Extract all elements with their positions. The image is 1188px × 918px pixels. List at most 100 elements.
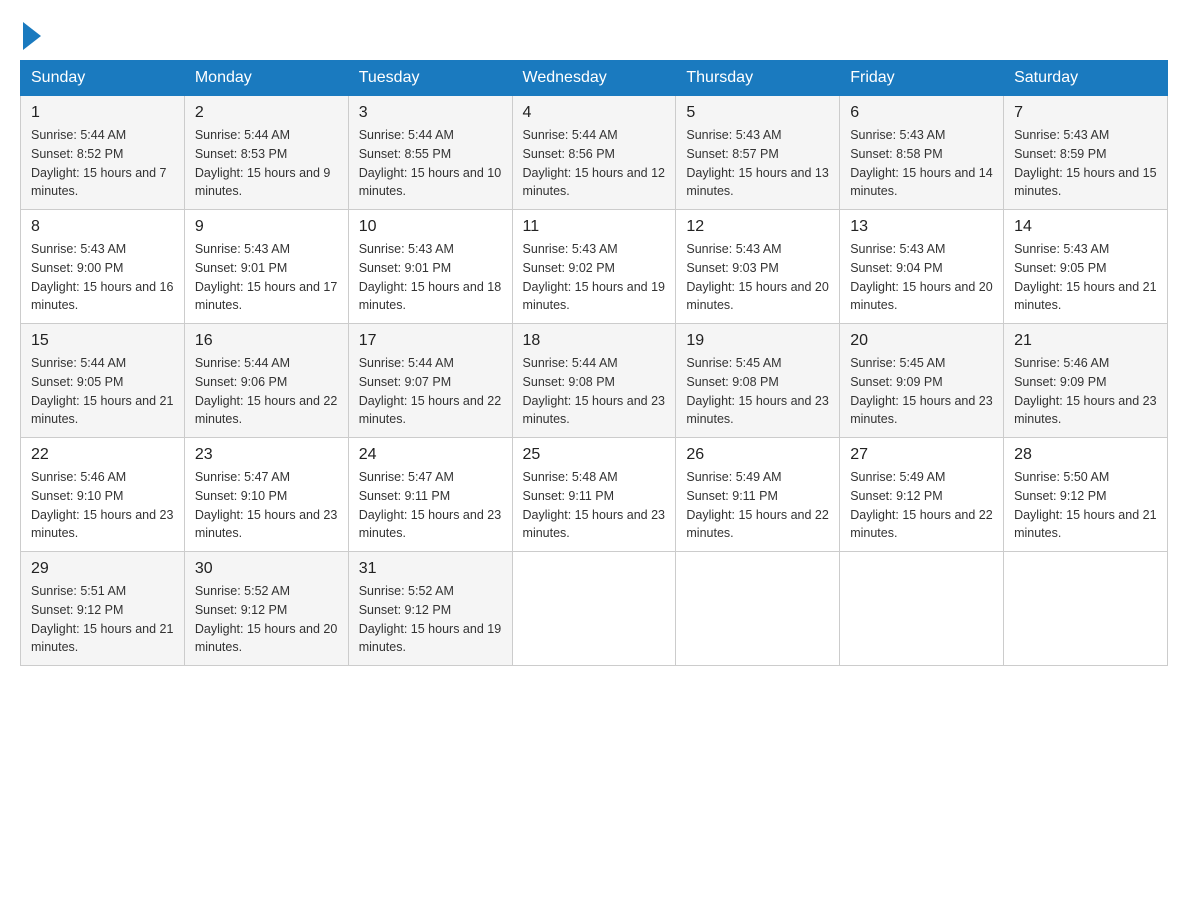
weekday-header-friday: Friday bbox=[840, 61, 1004, 96]
weekday-header-sunday: Sunday bbox=[21, 61, 185, 96]
logo bbox=[20, 20, 41, 50]
day-info: Sunrise: 5:52 AM Sunset: 9:12 PM Dayligh… bbox=[195, 582, 338, 657]
calendar-cell: 15 Sunrise: 5:44 AM Sunset: 9:05 PM Dayl… bbox=[21, 324, 185, 438]
day-number: 3 bbox=[359, 104, 502, 122]
day-info: Sunrise: 5:48 AM Sunset: 9:11 PM Dayligh… bbox=[523, 468, 666, 543]
calendar-cell: 30 Sunrise: 5:52 AM Sunset: 9:12 PM Dayl… bbox=[184, 552, 348, 666]
day-number: 25 bbox=[523, 446, 666, 464]
calendar-cell: 29 Sunrise: 5:51 AM Sunset: 9:12 PM Dayl… bbox=[21, 552, 185, 666]
calendar-cell: 31 Sunrise: 5:52 AM Sunset: 9:12 PM Dayl… bbox=[348, 552, 512, 666]
weekday-header-row: SundayMondayTuesdayWednesdayThursdayFrid… bbox=[21, 61, 1168, 96]
calendar-cell: 26 Sunrise: 5:49 AM Sunset: 9:11 PM Dayl… bbox=[676, 438, 840, 552]
day-number: 29 bbox=[31, 560, 174, 578]
day-number: 20 bbox=[850, 332, 993, 350]
calendar-cell: 16 Sunrise: 5:44 AM Sunset: 9:06 PM Dayl… bbox=[184, 324, 348, 438]
page-header bbox=[20, 20, 1168, 50]
day-info: Sunrise: 5:44 AM Sunset: 9:05 PM Dayligh… bbox=[31, 354, 174, 429]
day-number: 23 bbox=[195, 446, 338, 464]
calendar-cell: 14 Sunrise: 5:43 AM Sunset: 9:05 PM Dayl… bbox=[1004, 210, 1168, 324]
weekday-header-monday: Monday bbox=[184, 61, 348, 96]
day-number: 26 bbox=[686, 446, 829, 464]
day-number: 16 bbox=[195, 332, 338, 350]
calendar-week-row: 15 Sunrise: 5:44 AM Sunset: 9:05 PM Dayl… bbox=[21, 324, 1168, 438]
day-number: 8 bbox=[31, 218, 174, 236]
calendar-cell: 1 Sunrise: 5:44 AM Sunset: 8:52 PM Dayli… bbox=[21, 96, 185, 210]
day-number: 31 bbox=[359, 560, 502, 578]
calendar-cell: 8 Sunrise: 5:43 AM Sunset: 9:00 PM Dayli… bbox=[21, 210, 185, 324]
calendar-cell: 13 Sunrise: 5:43 AM Sunset: 9:04 PM Dayl… bbox=[840, 210, 1004, 324]
calendar-week-row: 29 Sunrise: 5:51 AM Sunset: 9:12 PM Dayl… bbox=[21, 552, 1168, 666]
day-number: 10 bbox=[359, 218, 502, 236]
day-number: 19 bbox=[686, 332, 829, 350]
calendar-cell: 23 Sunrise: 5:47 AM Sunset: 9:10 PM Dayl… bbox=[184, 438, 348, 552]
logo-arrow-icon bbox=[23, 22, 41, 50]
day-number: 17 bbox=[359, 332, 502, 350]
day-info: Sunrise: 5:43 AM Sunset: 8:57 PM Dayligh… bbox=[686, 126, 829, 201]
day-info: Sunrise: 5:44 AM Sunset: 8:55 PM Dayligh… bbox=[359, 126, 502, 201]
day-info: Sunrise: 5:45 AM Sunset: 9:08 PM Dayligh… bbox=[686, 354, 829, 429]
calendar-cell: 4 Sunrise: 5:44 AM Sunset: 8:56 PM Dayli… bbox=[512, 96, 676, 210]
day-number: 9 bbox=[195, 218, 338, 236]
day-info: Sunrise: 5:52 AM Sunset: 9:12 PM Dayligh… bbox=[359, 582, 502, 657]
day-number: 2 bbox=[195, 104, 338, 122]
day-info: Sunrise: 5:44 AM Sunset: 9:08 PM Dayligh… bbox=[523, 354, 666, 429]
day-info: Sunrise: 5:43 AM Sunset: 9:03 PM Dayligh… bbox=[686, 240, 829, 315]
day-info: Sunrise: 5:43 AM Sunset: 9:01 PM Dayligh… bbox=[195, 240, 338, 315]
day-info: Sunrise: 5:44 AM Sunset: 9:07 PM Dayligh… bbox=[359, 354, 502, 429]
weekday-header-thursday: Thursday bbox=[676, 61, 840, 96]
day-info: Sunrise: 5:44 AM Sunset: 8:53 PM Dayligh… bbox=[195, 126, 338, 201]
day-info: Sunrise: 5:49 AM Sunset: 9:11 PM Dayligh… bbox=[686, 468, 829, 543]
calendar-cell: 25 Sunrise: 5:48 AM Sunset: 9:11 PM Dayl… bbox=[512, 438, 676, 552]
day-number: 21 bbox=[1014, 332, 1157, 350]
day-number: 12 bbox=[686, 218, 829, 236]
day-info: Sunrise: 5:43 AM Sunset: 9:05 PM Dayligh… bbox=[1014, 240, 1157, 315]
calendar-week-row: 1 Sunrise: 5:44 AM Sunset: 8:52 PM Dayli… bbox=[21, 96, 1168, 210]
day-info: Sunrise: 5:44 AM Sunset: 9:06 PM Dayligh… bbox=[195, 354, 338, 429]
day-info: Sunrise: 5:46 AM Sunset: 9:09 PM Dayligh… bbox=[1014, 354, 1157, 429]
day-number: 22 bbox=[31, 446, 174, 464]
calendar-cell: 6 Sunrise: 5:43 AM Sunset: 8:58 PM Dayli… bbox=[840, 96, 1004, 210]
calendar-cell bbox=[1004, 552, 1168, 666]
day-number: 18 bbox=[523, 332, 666, 350]
day-number: 15 bbox=[31, 332, 174, 350]
day-info: Sunrise: 5:43 AM Sunset: 9:01 PM Dayligh… bbox=[359, 240, 502, 315]
day-number: 24 bbox=[359, 446, 502, 464]
day-number: 14 bbox=[1014, 218, 1157, 236]
day-info: Sunrise: 5:44 AM Sunset: 8:56 PM Dayligh… bbox=[523, 126, 666, 201]
calendar-week-row: 8 Sunrise: 5:43 AM Sunset: 9:00 PM Dayli… bbox=[21, 210, 1168, 324]
day-number: 7 bbox=[1014, 104, 1157, 122]
calendar-cell: 9 Sunrise: 5:43 AM Sunset: 9:01 PM Dayli… bbox=[184, 210, 348, 324]
day-info: Sunrise: 5:45 AM Sunset: 9:09 PM Dayligh… bbox=[850, 354, 993, 429]
weekday-header-tuesday: Tuesday bbox=[348, 61, 512, 96]
calendar-cell: 5 Sunrise: 5:43 AM Sunset: 8:57 PM Dayli… bbox=[676, 96, 840, 210]
day-number: 13 bbox=[850, 218, 993, 236]
calendar-cell: 27 Sunrise: 5:49 AM Sunset: 9:12 PM Dayl… bbox=[840, 438, 1004, 552]
calendar-cell bbox=[512, 552, 676, 666]
calendar-cell: 7 Sunrise: 5:43 AM Sunset: 8:59 PM Dayli… bbox=[1004, 96, 1168, 210]
day-info: Sunrise: 5:43 AM Sunset: 9:00 PM Dayligh… bbox=[31, 240, 174, 315]
day-number: 27 bbox=[850, 446, 993, 464]
day-info: Sunrise: 5:43 AM Sunset: 9:02 PM Dayligh… bbox=[523, 240, 666, 315]
day-info: Sunrise: 5:43 AM Sunset: 8:59 PM Dayligh… bbox=[1014, 126, 1157, 201]
day-info: Sunrise: 5:47 AM Sunset: 9:10 PM Dayligh… bbox=[195, 468, 338, 543]
day-info: Sunrise: 5:43 AM Sunset: 8:58 PM Dayligh… bbox=[850, 126, 993, 201]
weekday-header-wednesday: Wednesday bbox=[512, 61, 676, 96]
calendar-cell: 10 Sunrise: 5:43 AM Sunset: 9:01 PM Dayl… bbox=[348, 210, 512, 324]
calendar-cell: 11 Sunrise: 5:43 AM Sunset: 9:02 PM Dayl… bbox=[512, 210, 676, 324]
calendar-week-row: 22 Sunrise: 5:46 AM Sunset: 9:10 PM Dayl… bbox=[21, 438, 1168, 552]
day-info: Sunrise: 5:43 AM Sunset: 9:04 PM Dayligh… bbox=[850, 240, 993, 315]
calendar-cell: 28 Sunrise: 5:50 AM Sunset: 9:12 PM Dayl… bbox=[1004, 438, 1168, 552]
calendar-cell: 2 Sunrise: 5:44 AM Sunset: 8:53 PM Dayli… bbox=[184, 96, 348, 210]
day-info: Sunrise: 5:44 AM Sunset: 8:52 PM Dayligh… bbox=[31, 126, 174, 201]
calendar-cell: 22 Sunrise: 5:46 AM Sunset: 9:10 PM Dayl… bbox=[21, 438, 185, 552]
day-info: Sunrise: 5:47 AM Sunset: 9:11 PM Dayligh… bbox=[359, 468, 502, 543]
day-number: 30 bbox=[195, 560, 338, 578]
calendar-cell bbox=[840, 552, 1004, 666]
calendar-cell: 20 Sunrise: 5:45 AM Sunset: 9:09 PM Dayl… bbox=[840, 324, 1004, 438]
calendar-cell: 19 Sunrise: 5:45 AM Sunset: 9:08 PM Dayl… bbox=[676, 324, 840, 438]
day-info: Sunrise: 5:46 AM Sunset: 9:10 PM Dayligh… bbox=[31, 468, 174, 543]
calendar-cell: 17 Sunrise: 5:44 AM Sunset: 9:07 PM Dayl… bbox=[348, 324, 512, 438]
day-info: Sunrise: 5:51 AM Sunset: 9:12 PM Dayligh… bbox=[31, 582, 174, 657]
day-number: 6 bbox=[850, 104, 993, 122]
day-info: Sunrise: 5:49 AM Sunset: 9:12 PM Dayligh… bbox=[850, 468, 993, 543]
